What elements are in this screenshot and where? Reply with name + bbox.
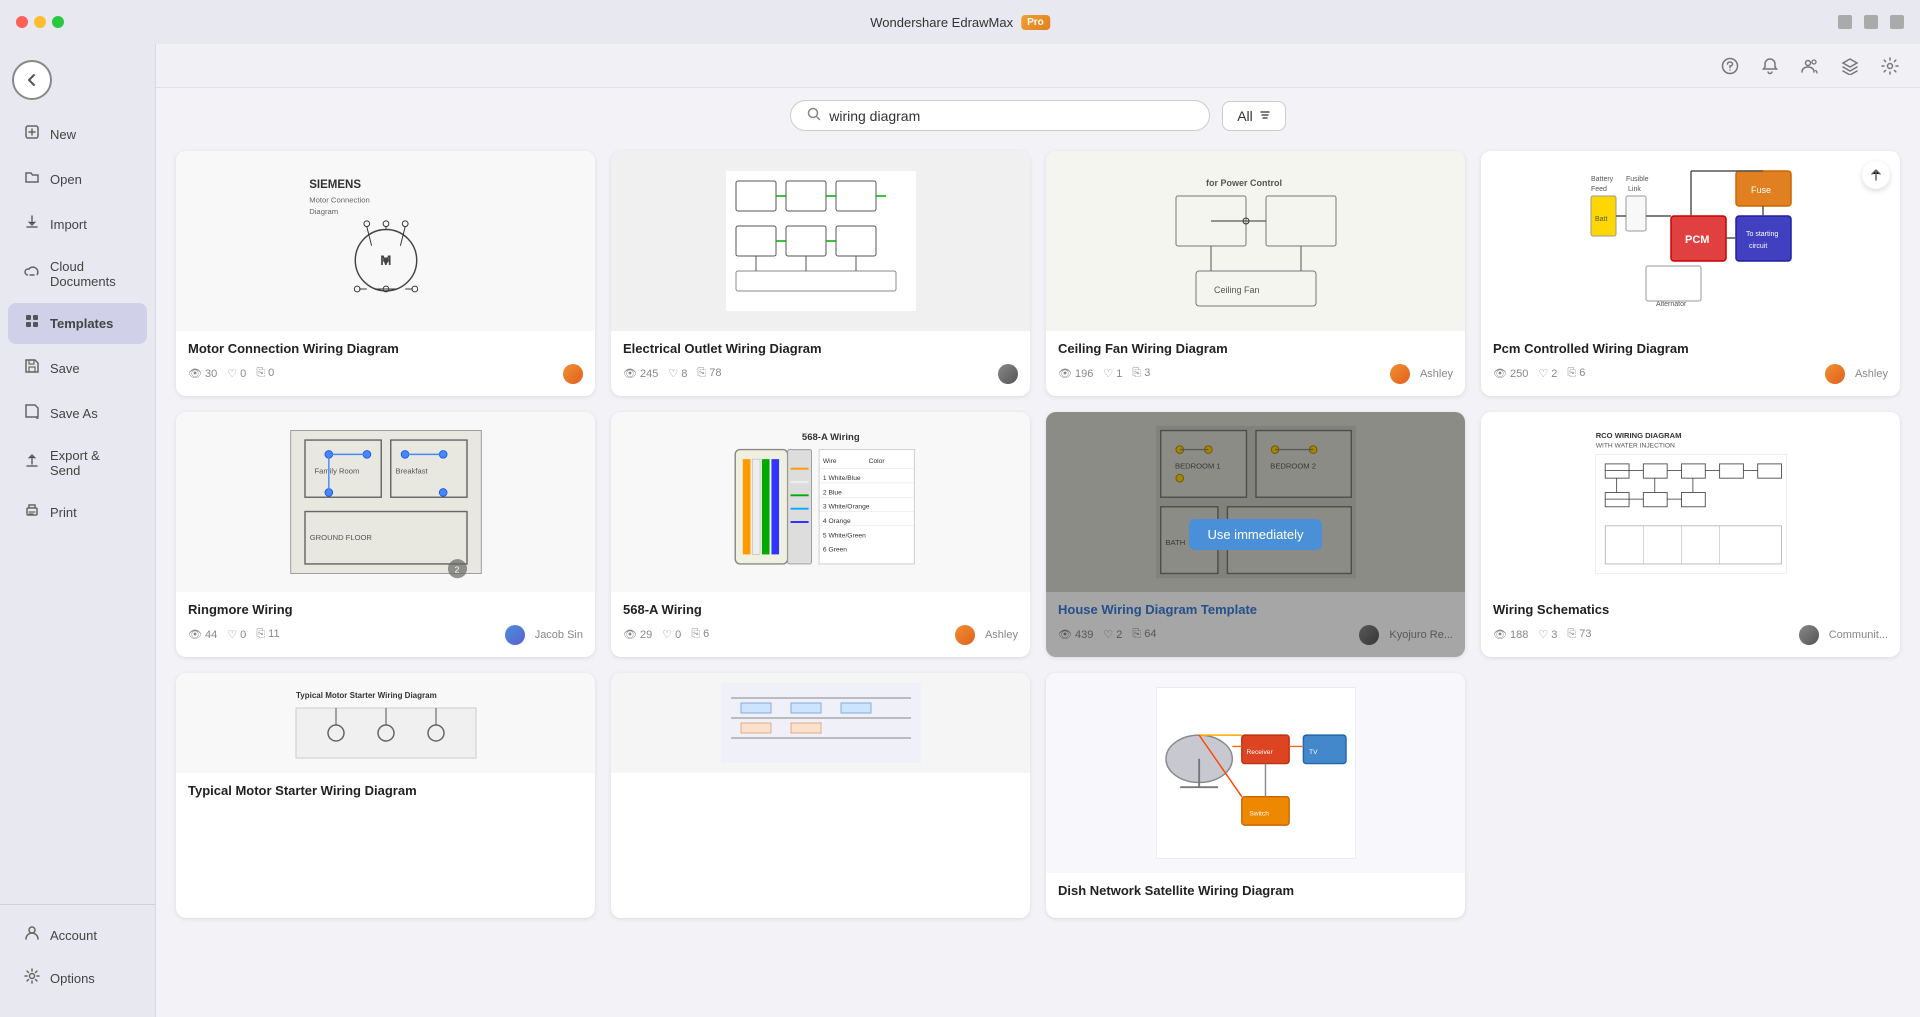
use-immediately-button[interactable]: Use immediately — [1624, 519, 1756, 550]
search-input[interactable] — [829, 108, 1193, 124]
window-action-buttons[interactable] — [1838, 15, 1904, 29]
sidebar-item-new[interactable]: New — [8, 114, 147, 155]
new-icon — [24, 124, 40, 145]
titlebar-left — [16, 16, 64, 28]
sidebar-options-label: Options — [50, 971, 95, 986]
template-card-motor-connection[interactable]: SIEMENS Motor Connection Diagram M — [176, 151, 595, 396]
minimize-button[interactable] — [1838, 15, 1852, 29]
print-icon — [24, 502, 40, 523]
search-icon — [807, 107, 821, 124]
scroll-top-button[interactable] — [1862, 161, 1890, 189]
template-grid-wrapper: SIEMENS Motor Connection Diagram M — [156, 143, 1920, 1017]
card-hover-overlay[interactable]: Use immediately — [1046, 412, 1465, 657]
pro-badge: Pro — [1021, 15, 1050, 30]
use-immediately-button[interactable]: Use immediately — [754, 258, 886, 289]
sidebar-import-label: Import — [50, 217, 87, 232]
use-immediately-button[interactable]: Use immediately — [1189, 258, 1321, 289]
template-card-ceiling-fan[interactable]: for Power Control Ceiling Fan — [1046, 151, 1465, 396]
template-card-partial2[interactable]: Use immediately — [611, 673, 1030, 918]
search-bar-wrapper: All — [156, 88, 1920, 143]
template-card-electrical-outlet[interactable]: Use immediately Electrical Outlet Wiring… — [611, 151, 1030, 396]
back-button[interactable] — [12, 60, 52, 100]
sidebar-bottom: Account Options — [0, 904, 155, 1009]
templates-icon — [24, 313, 40, 334]
sidebar-open-label: Open — [50, 172, 82, 187]
save-as-icon — [24, 403, 40, 424]
use-immediately-button[interactable]: Use immediately — [1189, 519, 1321, 550]
app-title-area: Wondershare EdrawMax Pro — [870, 15, 1050, 30]
bell-icon[interactable] — [1756, 52, 1784, 80]
settings-icon[interactable] — [1876, 52, 1904, 80]
options-icon — [24, 968, 40, 989]
sidebar-item-options[interactable]: Options — [8, 958, 147, 999]
sidebar-item-print[interactable]: Print — [8, 492, 147, 533]
template-card-wiring-schematics[interactable]: RCO WIRING DIAGRAM WITH WATER INJECTION — [1481, 412, 1900, 657]
template-card-typical-motor[interactable]: Typical Motor Starter Wiring Diagram Use… — [176, 673, 595, 918]
maximize-dot[interactable] — [52, 16, 64, 28]
window-controls[interactable] — [16, 16, 64, 28]
minimize-dot[interactable] — [34, 16, 46, 28]
close-dot[interactable] — [16, 16, 28, 28]
sidebar-item-account[interactable]: Account — [8, 915, 147, 956]
sidebar-save-label: Save — [50, 361, 80, 376]
template-card-house-wiring[interactable]: BEDROOM 1 BEDROOM 2 BATH DINING/HALL — [1046, 412, 1465, 657]
maximize-button[interactable] — [1864, 15, 1878, 29]
topbar — [156, 44, 1920, 88]
titlebar: Wondershare EdrawMax Pro — [0, 0, 1920, 44]
main-content: All SIEMENS Motor Connection Diagram M — [156, 44, 1920, 1017]
users-icon[interactable] — [1796, 52, 1824, 80]
sidebar-item-export[interactable]: Export & Send — [8, 438, 147, 488]
search-box[interactable] — [790, 100, 1210, 131]
sidebar-item-cloud[interactable]: Cloud Documents — [8, 249, 147, 299]
export-icon — [24, 453, 40, 474]
template-card-dish-network[interactable]: Receiver TV Switch — [1046, 673, 1465, 918]
sidebar-save-as-label: Save As — [50, 406, 98, 421]
sidebar-account-label: Account — [50, 928, 97, 943]
account-icon — [24, 925, 40, 946]
use-immediately-button[interactable]: Use immediately — [754, 780, 886, 811]
use-immediately-button[interactable]: Use immediately — [1624, 258, 1756, 289]
use-immediately-button[interactable]: Use immediately — [1189, 780, 1321, 811]
layers-icon[interactable] — [1836, 52, 1864, 80]
sidebar-cloud-label: Cloud Documents — [50, 259, 131, 289]
filter-label: All — [1237, 108, 1253, 124]
sidebar-item-save[interactable]: Save — [8, 348, 147, 389]
sidebar-item-open[interactable]: Open — [8, 159, 147, 200]
sidebar-export-label: Export & Send — [50, 448, 131, 478]
use-immediately-button[interactable]: Use immediately — [319, 258, 451, 289]
template-card-pcm[interactable]: Battery Feed Batt Fusible Link PCM — [1481, 151, 1900, 396]
cloud-icon — [24, 264, 40, 285]
template-grid: SIEMENS Motor Connection Diagram M — [176, 151, 1900, 918]
use-immediately-button[interactable]: Use immediately — [754, 519, 886, 550]
use-immediately-button[interactable]: Use immediately — [319, 519, 451, 550]
import-icon — [24, 214, 40, 235]
help-icon[interactable] — [1716, 52, 1744, 80]
template-card-ringmore[interactable]: Family Room Breakfast GROUND FLOOR — [176, 412, 595, 657]
sidebar-new-label: New — [50, 127, 76, 142]
sidebar: New Open Import Cloud Documents Template… — [0, 44, 156, 1017]
sidebar-item-templates[interactable]: Templates — [8, 303, 147, 344]
sidebar-templates-label: Templates — [50, 316, 113, 331]
open-icon — [24, 169, 40, 190]
sidebar-print-label: Print — [50, 505, 77, 520]
sidebar-item-import[interactable]: Import — [8, 204, 147, 245]
template-card-568a[interactable]: 568-A Wiring — [611, 412, 1030, 657]
sidebar-item-save-as[interactable]: Save As — [8, 393, 147, 434]
use-immediately-button[interactable]: Use immediately — [319, 780, 451, 811]
app-title: Wondershare EdrawMax — [870, 15, 1013, 30]
close-button[interactable] — [1890, 15, 1904, 29]
save-icon — [24, 358, 40, 379]
filter-button[interactable]: All — [1222, 101, 1286, 131]
